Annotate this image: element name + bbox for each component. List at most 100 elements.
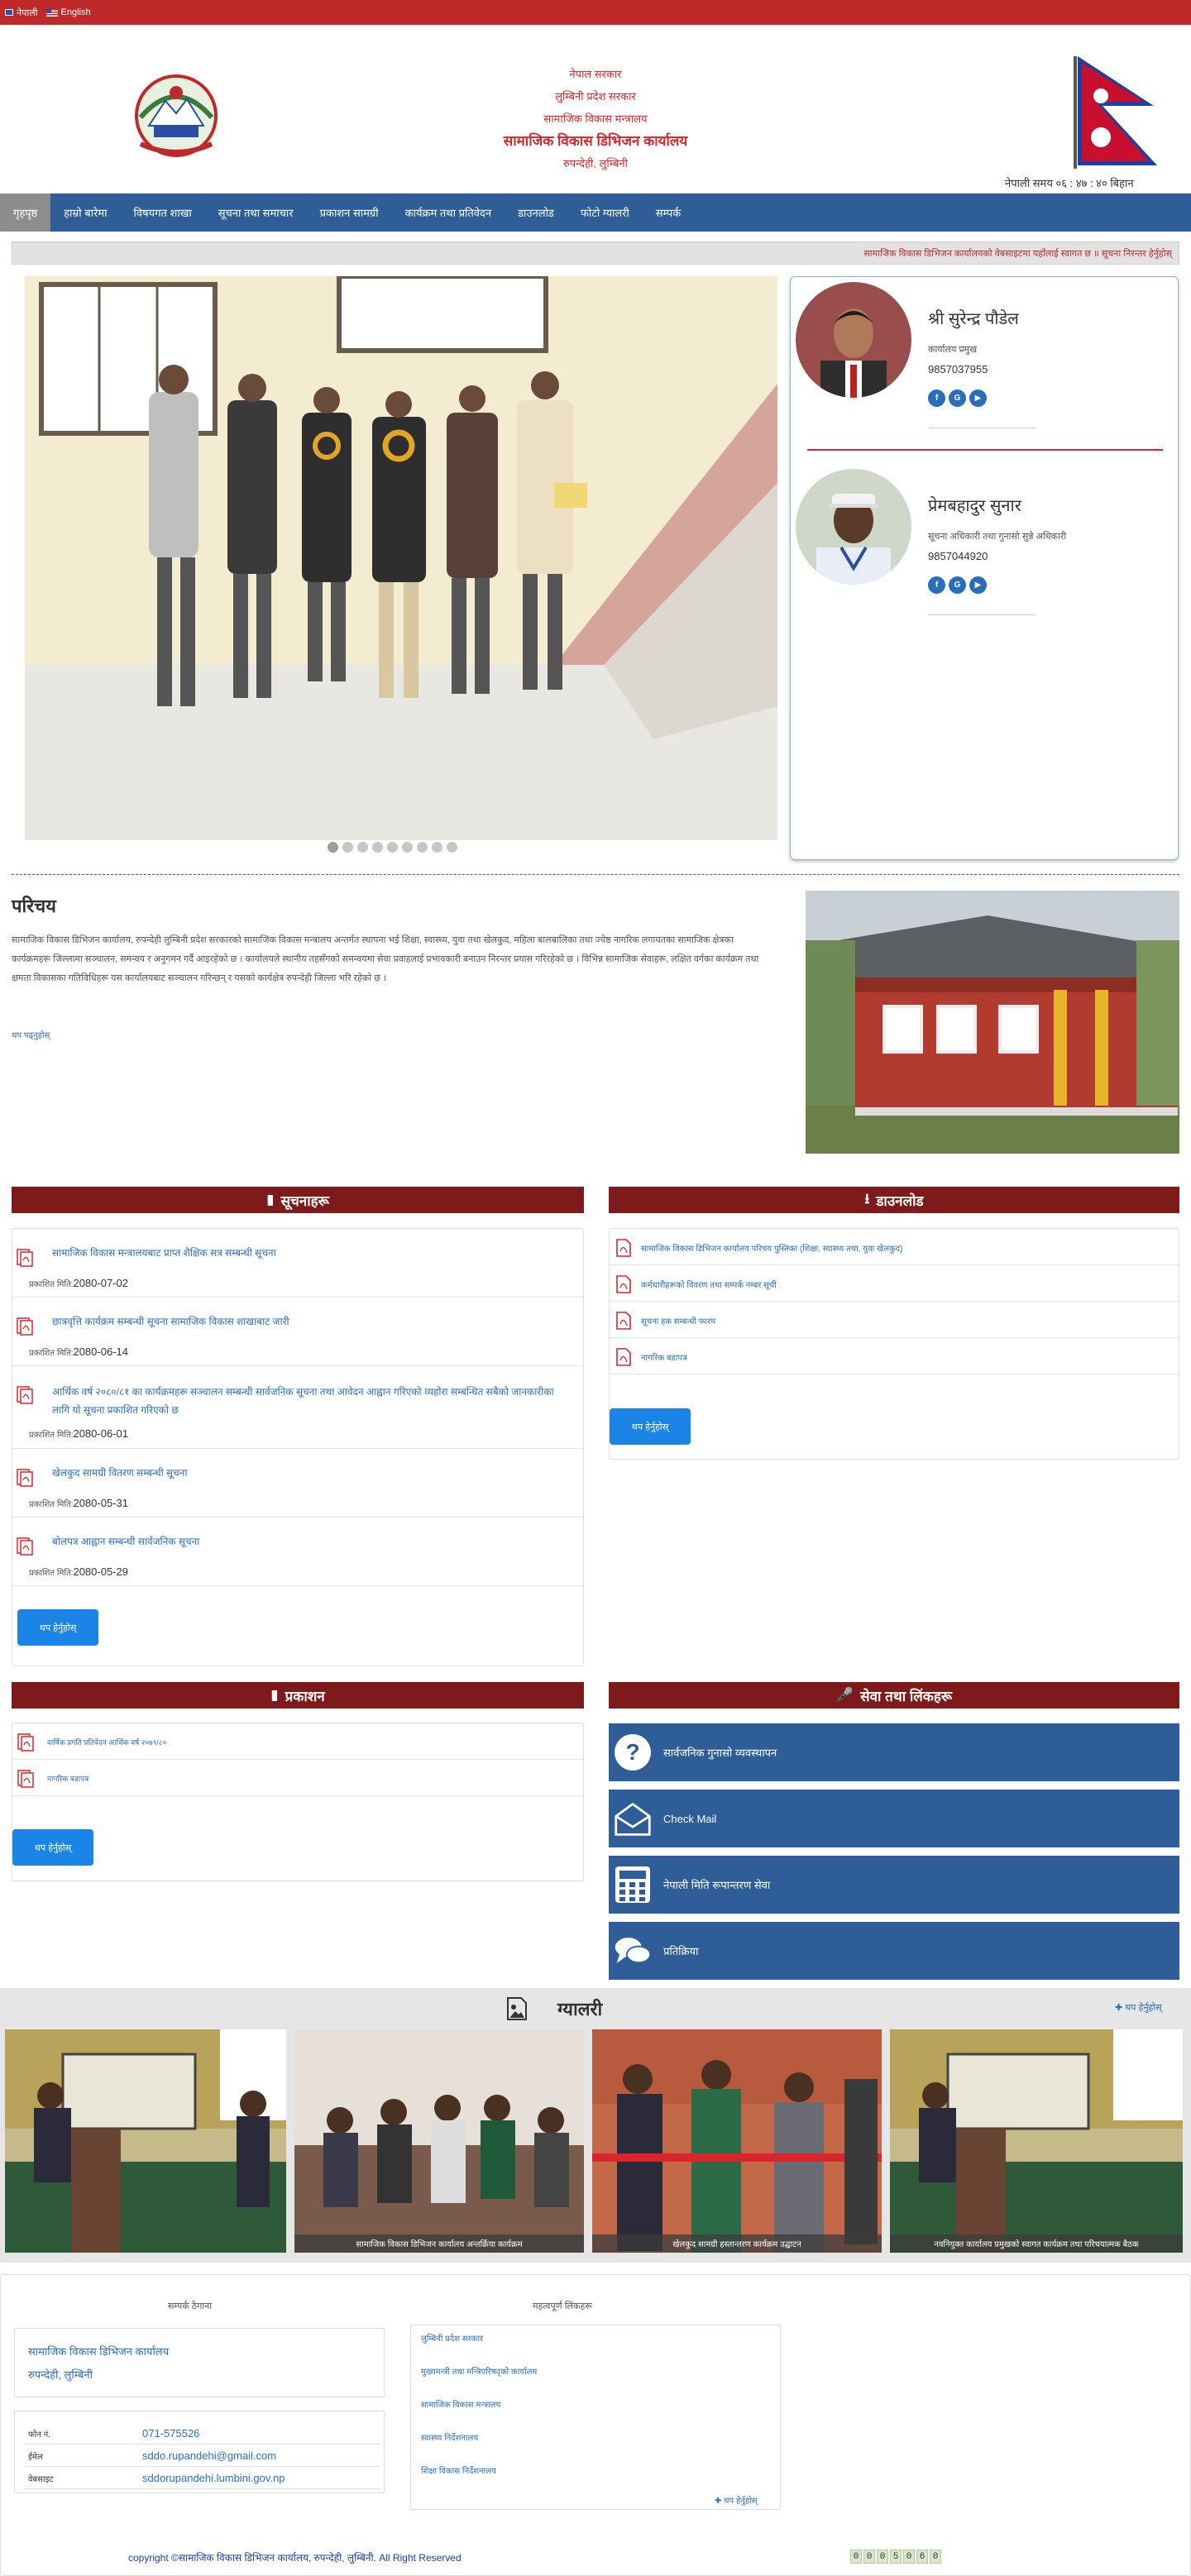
- slider-dot-7[interactable]: [417, 842, 428, 853]
- slider-dot-3[interactable]: [357, 842, 368, 853]
- email-link[interactable]: sddo.rupandehi@gmail.com: [142, 2449, 276, 2462]
- youtube-icon[interactable]: ▶: [969, 390, 987, 407]
- gallery-photo-4[interactable]: नवनियुक्त कार्यालय प्रमुखको स्वागत कार्य…: [890, 2029, 1183, 2253]
- notice-title-link[interactable]: सामाजिक विकास मन्त्रालयबाट प्राप्त शैक्ष…: [52, 1245, 276, 1259]
- nav-item-contact[interactable]: सम्पर्क: [643, 194, 694, 232]
- notice-title-link[interactable]: बोलपत्र आह्वान सम्बन्धी सार्वजनिक सूचना: [52, 1534, 199, 1548]
- download-link[interactable]: नागरिक बडापत्र: [641, 1351, 687, 1363]
- pdf-icon: [616, 1239, 631, 1257]
- gallery-photo-2[interactable]: सामाजिक विकास डिभिजन कार्यालय अन्तर्क्रि…: [294, 2029, 584, 2253]
- important-link[interactable]: मुख्यमन्त्री तथा मन्त्रिपरिषद्को कार्याल…: [421, 2365, 537, 2377]
- google-icon[interactable]: G: [949, 576, 966, 594]
- counter-digit: 6: [916, 2550, 928, 2564]
- photo-gallery: ग्यालरी ✚ थप हेर्नुहोस् सामाजिक विकास डि…: [0, 1988, 1191, 2263]
- document-icon: ▮: [266, 1192, 275, 1207]
- list-item: छात्रवृत्ति कार्यक्रम सम्बन्धी सूचना साम…: [12, 1298, 583, 1366]
- pdf-icon: [17, 1537, 33, 1556]
- feedback-link[interactable]: प्रतिक्रिया: [609, 1922, 1179, 1980]
- links-more-link[interactable]: ✚ थप हेर्नुहोस्: [715, 2494, 758, 2506]
- website-link[interactable]: sddorupandehi.lumbini.gov.np: [142, 2472, 285, 2484]
- staff-social: f G ▶: [928, 390, 987, 407]
- gallery-photo-3[interactable]: खेलकुद सामग्री हस्तान्तरण कार्यक्रम उद्घ…: [592, 2029, 882, 2253]
- important-link[interactable]: लुम्बिनी प्रदेश सरकार: [421, 2332, 483, 2344]
- office-title-block: नेपाल सरकार लुम्बिनी प्रदेश सरकार सामाजि…: [430, 63, 761, 174]
- notice-title-link[interactable]: छात्रवृत्ति कार्यक्रम सम्बन्धी सूचना साम…: [52, 1314, 289, 1328]
- download-link[interactable]: सामाजिक विकास डिभिजन कार्यालय परिचय पुस्…: [641, 1242, 902, 1254]
- nav-item-programs[interactable]: कार्यक्रम तथा प्रतिवेदन: [392, 194, 505, 232]
- nav-item-home[interactable]: गृहपृष्ठ: [0, 194, 51, 232]
- header-line-3: सामाजिक विकास मन्त्रालय: [543, 112, 648, 125]
- nav-item-about[interactable]: हाम्रो बारेमा: [50, 194, 120, 232]
- important-link[interactable]: स्वास्थ्य निर्देशनालय: [421, 2431, 478, 2443]
- slider-dot-1[interactable]: [328, 842, 338, 853]
- contact-table: फोन नं. 071-575526 ईमेल sddo.rupandehi@gma…: [14, 2411, 385, 2493]
- contact-row-email: ईमेल sddo.rupandehi@gmail.com: [25, 2445, 380, 2467]
- nav-item-download[interactable]: डाउनलोड: [505, 194, 567, 232]
- notices-more-button[interactable]: थप हेर्नुहोस्: [17, 1609, 98, 1646]
- staff-name: श्री सुरेन्द्र पौडेल: [928, 310, 1019, 328]
- facebook-icon[interactable]: f: [928, 576, 945, 594]
- slider-dot-9[interactable]: [447, 842, 457, 853]
- copyright-text: copyright ©सामाजिक विकास डिभिजन कार्यालय…: [128, 2552, 462, 2564]
- news-ticker[interactable]: सामाजिक विकास डिभिजन कार्यालयको वेबसाइटम…: [12, 241, 1179, 265]
- check-mail-link[interactable]: Check Mail: [609, 1790, 1179, 1847]
- language-bar: नेपाली English: [0, 0, 1191, 25]
- staff-phone: 9857044920: [928, 550, 988, 562]
- site-header: नेपाल सरकार लुम्बिनी प्रदेश सरकार सामाजि…: [0, 25, 1191, 194]
- notice-title-link[interactable]: खेलकुद सामग्री वितरण सम्बन्धी सूचना: [52, 1465, 188, 1479]
- youtube-icon[interactable]: ▶: [969, 576, 987, 594]
- publications-more-button[interactable]: थप हेर्नुहोस्: [12, 1829, 93, 1866]
- list-item: सूचना हक सम्बन्धी फारम: [610, 1302, 1180, 1338]
- google-icon[interactable]: G: [949, 390, 966, 407]
- facebook-icon[interactable]: f: [928, 390, 945, 407]
- staff-card-chief: श्री सुरेन्द्र पौडेल कार्यालय प्रमुख 985…: [796, 282, 1176, 428]
- list-item: खेलकुद सामग्री वितरण सम्बन्धी सूचना प्रक…: [12, 1449, 583, 1517]
- header-location: रुपन्देही, लुम्बिनी: [563, 157, 628, 170]
- nav-item-branches[interactable]: विषयगत शाखा: [121, 194, 205, 232]
- intro-text: सामाजिक विकास डिभिजन कार्यालय, रुपन्देही…: [12, 935, 759, 983]
- intro-read-more-link[interactable]: थप पढ्नुहोस्: [12, 1029, 50, 1040]
- notices-list: सामाजिक विकास मन्त्रालयबाट प्राप्त शैक्ष…: [12, 1228, 584, 1666]
- mail-icon: [614, 1799, 652, 1838]
- nepal-flag-icon: [5, 9, 13, 16]
- staff-role: कार्यालय प्रमुख: [928, 345, 978, 355]
- staff-role: सूचना अधिकारी तथा गुनासो सुन्ने अधिकारी: [928, 532, 1067, 542]
- header-line-2: लुम्बिनी प्रदेश सरकार: [555, 90, 636, 103]
- slider-dot-6[interactable]: [402, 842, 413, 853]
- pdf-icon: [17, 1733, 34, 1752]
- notice-title-link[interactable]: आर्थिक वर्ष २०८०/८१ का कार्यक्रमहरू सञ्च…: [52, 1383, 573, 1419]
- date-converter-link[interactable]: नेपाली मिति रूपान्तरण सेवा: [609, 1856, 1179, 1914]
- counter-digit: 0: [877, 2550, 888, 2564]
- footer-office-address: रुपन्देही, लुम्बिनी: [28, 2368, 93, 2381]
- publication-link[interactable]: नागरिक बडापत्र: [47, 1773, 88, 1784]
- gallery-photo-1[interactable]: [5, 2029, 286, 2253]
- pdf-icon: [616, 1275, 631, 1293]
- nepali-clock: नेपाली समय ०६ : ४७ : ४० बिहान: [1005, 177, 1134, 189]
- important-link[interactable]: शिक्षा विकास निर्देशनालय: [421, 2464, 496, 2476]
- staff-name: प्रेमबहादुर सुनार: [928, 497, 1021, 515]
- nepal-emblem-logo: [135, 74, 218, 157]
- staff-card-info-officer: प्रेमबहादुर सुनार सूचना अधिकारी तथा गुना…: [796, 469, 1176, 615]
- slider-dot-2[interactable]: [342, 842, 353, 853]
- list-item: सामाजिक विकास मन्त्रालयबाट प्राप्त शैक्ष…: [12, 1229, 583, 1298]
- nav-item-gallery[interactable]: फोटो ग्यालरी: [567, 194, 643, 232]
- download-link[interactable]: सूचना हक सम्बन्धी फारम: [641, 1315, 715, 1326]
- slider-dot-8[interactable]: [432, 842, 442, 853]
- footer-office-name: सामाजिक विकास डिभिजन कार्यालय: [28, 2345, 170, 2358]
- lang-nepali-link[interactable]: नेपाली: [5, 7, 38, 19]
- notice-date: प्रकाशित मिति:2080-05-29: [29, 1565, 128, 1578]
- download-link[interactable]: कर्मचारीहरूको विवरण तथा सम्पर्क नम्बर सू…: [641, 1278, 777, 1290]
- grievance-link[interactable]: ? सार्वजनिक गुनासो व्यवस्थापन: [609, 1723, 1179, 1781]
- important-link[interactable]: सामाजिक विकास मन्त्रालय: [421, 2398, 500, 2410]
- counter-digit: 0: [850, 2550, 862, 2564]
- nav-item-publications[interactable]: प्रकाशन सामग्री: [307, 194, 392, 232]
- slider-dot-4[interactable]: [372, 842, 383, 853]
- nav-item-news[interactable]: सूचना तथा समाचार: [205, 194, 307, 232]
- slider-dot-5[interactable]: [387, 842, 398, 853]
- gallery-more-link[interactable]: ✚ थप हेर्नुहोस्: [1115, 2001, 1162, 2014]
- publication-link[interactable]: वार्षिक प्रगति प्रतिवेदन आर्थिक वर्ष २०७…: [47, 1737, 166, 1747]
- downloads-more-button[interactable]: थप हेर्नुहोस्: [610, 1408, 691, 1445]
- lang-english-link[interactable]: English: [45, 7, 91, 17]
- image-slider[interactable]: [25, 276, 777, 840]
- image-icon: [507, 1997, 527, 2020]
